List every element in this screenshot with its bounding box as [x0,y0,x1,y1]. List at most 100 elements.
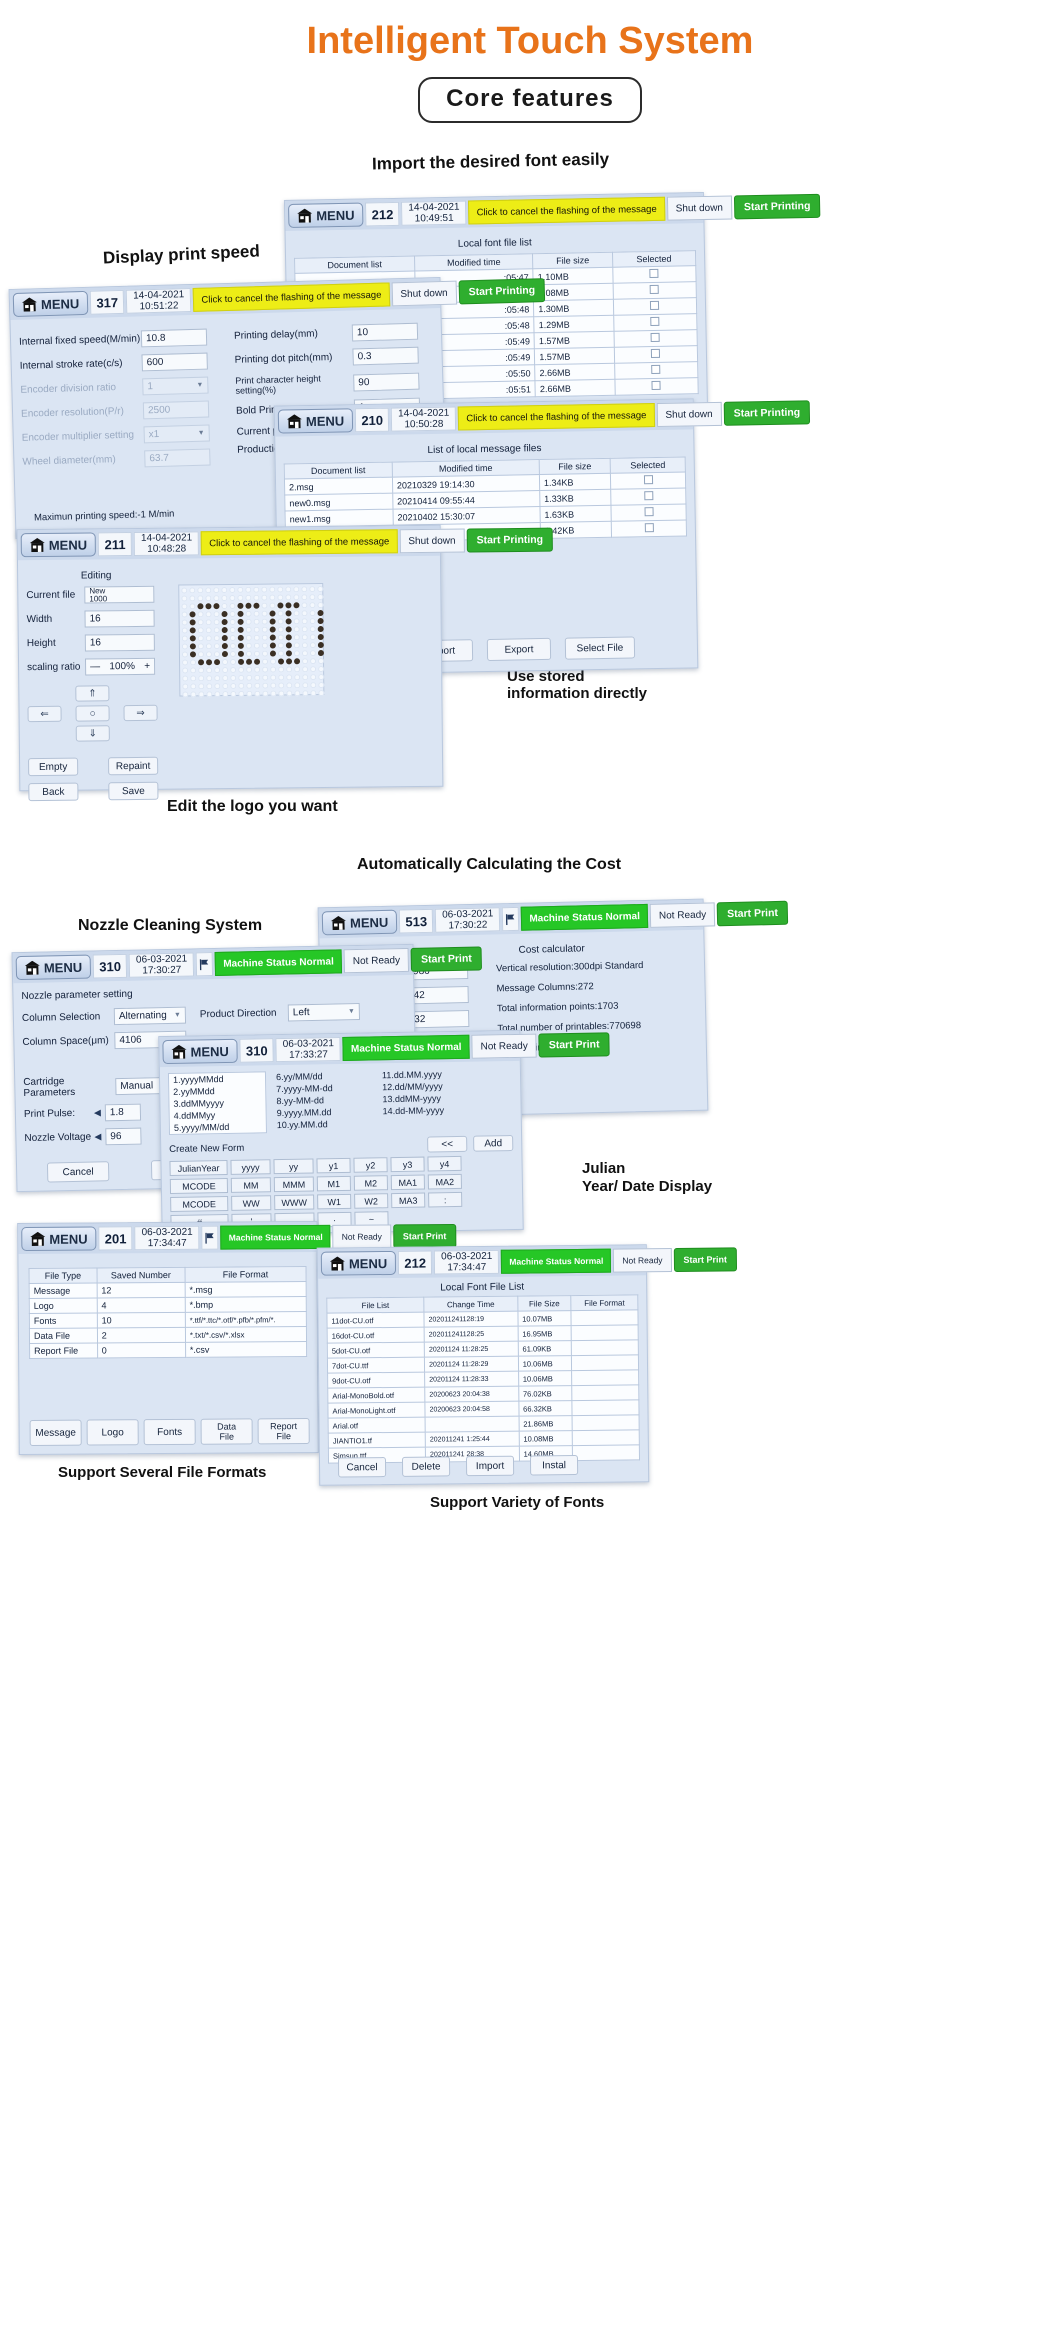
logo-dot[interactable] [181,651,188,658]
table-row[interactable]: Report File 0 *.csv [29,1341,307,1359]
logo-dot[interactable] [221,651,228,658]
logo-dot[interactable] [237,618,244,625]
logo-dot[interactable] [318,682,325,689]
logo-dot[interactable] [277,618,284,625]
logo-dot[interactable] [182,659,189,666]
checkbox-icon[interactable] [643,475,653,485]
logo-dot[interactable] [190,667,197,674]
logo-dot[interactable] [222,659,229,666]
logo-dot[interactable] [318,690,325,697]
logo-dot[interactable] [309,610,316,617]
logo-dot[interactable] [214,691,221,698]
logo-dot[interactable] [246,658,253,665]
logo-dot[interactable] [213,619,220,626]
logo-dot[interactable] [213,595,220,602]
scaling-plus-button[interactable]: + [144,661,150,672]
logo-dot[interactable] [181,635,188,642]
key-y1[interactable]: y1 [316,1157,351,1174]
logo-dot[interactable] [190,683,197,690]
field-encoder-resolution[interactable]: Encoder resolution(P/r) 2500 [21,400,226,423]
logo-dot[interactable] [189,627,196,634]
logo-dot[interactable] [189,635,196,642]
shutdown-button[interactable]: Shut down [656,401,722,428]
logo-dot[interactable] [221,603,228,610]
logo-dot[interactable] [317,610,324,617]
logo-dot[interactable] [189,651,196,658]
field-select[interactable]: x1 ▼ [143,424,210,444]
logo-dot[interactable] [317,634,324,641]
logo-dot[interactable] [302,690,309,697]
logo-dot[interactable] [301,626,308,633]
cell-selected[interactable] [611,520,687,538]
logo-dot[interactable] [270,682,277,689]
file-format-table[interactable]: File Type Saved Number File Format Messa… [28,1266,308,1359]
logo-dot[interactable] [310,682,317,689]
logo-dot[interactable] [197,595,204,602]
logo-dot[interactable] [246,690,253,697]
field-internal-stroke-rate[interactable]: Internal stroke rate(c/s) 600 [20,352,225,375]
menu-button[interactable]: MENU [12,290,89,317]
save-button[interactable]: Save [108,781,159,801]
logo-dot[interactable] [205,635,212,642]
logo-dot[interactable] [253,618,260,625]
field-printing-dot-pitch[interactable]: Printing dot pitch(mm) 0.3 [234,346,429,368]
field-print-char-height[interactable]: Print character height setting(%) 90 [235,370,430,396]
checkbox-icon[interactable] [651,348,661,359]
scaling-minus-button[interactable]: — [90,661,100,672]
logo-dot[interactable] [277,586,284,593]
logo-dot[interactable] [189,587,196,594]
logo-dot[interactable] [277,634,284,641]
logo-dot[interactable] [270,658,277,665]
logo-dot[interactable] [181,611,188,618]
logo-dot[interactable] [230,666,237,673]
logo-dot[interactable] [189,643,196,650]
logo-dot[interactable] [269,626,276,633]
key-m2[interactable]: M2 [353,1175,389,1191]
scaling-stepper[interactable]: — 100% + [84,657,156,676]
row-column-selection[interactable]: Column Selection Alternating ▼ Product D… [22,1002,406,1027]
logo-dot[interactable] [197,611,204,618]
key-m1[interactable]: M1 [316,1175,352,1192]
logo-dot[interactable] [205,627,212,634]
logo-dot[interactable] [317,642,324,649]
field-input[interactable]: 32 [409,1009,470,1029]
logo-dot[interactable] [213,643,220,650]
logo-dot[interactable] [245,650,252,657]
delete-button[interactable]: Delete [401,1456,451,1477]
window-logo-edit[interactable]: MENU 211 14-04-2021 10:48:28 Click to ca… [16,524,554,802]
logo-dot[interactable] [294,666,301,673]
logo-dot[interactable] [254,666,261,673]
logo-dot[interactable] [245,602,252,609]
logo-dot[interactable] [253,650,260,657]
logo-dot[interactable] [261,610,268,617]
logo-dot[interactable] [270,690,277,697]
logo-dot[interactable] [238,666,245,673]
logo-dot[interactable] [245,594,252,601]
print-pulse-value[interactable]: 1.8 [104,1103,142,1122]
logo-dot[interactable] [253,594,260,601]
cell-selected[interactable] [613,297,697,316]
logo-dot[interactable] [302,666,309,673]
logo-dot[interactable] [277,650,284,657]
logo-dot[interactable] [245,586,252,593]
logo-dot[interactable] [285,618,292,625]
logo-dot[interactable] [198,675,205,682]
key-mmm[interactable]: MMM [273,1176,315,1193]
logo-dot[interactable] [246,682,253,689]
logo-dot[interactable] [221,611,228,618]
logo-dot[interactable] [269,594,276,601]
key-colon[interactable]: : [428,1191,463,1208]
key-mm[interactable]: MM [230,1177,272,1193]
start-printing-button[interactable]: Start Printing [466,527,554,553]
logo-dot[interactable] [262,682,269,689]
checkbox-icon[interactable] [651,364,661,375]
logo-dot[interactable] [293,610,300,617]
logo-dot[interactable] [285,586,292,593]
key-ma2[interactable]: MA2 [427,1173,462,1190]
logo-dot[interactable] [293,602,300,609]
field-input[interactable]: 16 [84,609,155,628]
logo-dot[interactable] [278,658,285,665]
logo-dot[interactable] [245,610,252,617]
logo-dot[interactable] [301,642,308,649]
menu-button[interactable]: MENU [162,1038,239,1065]
